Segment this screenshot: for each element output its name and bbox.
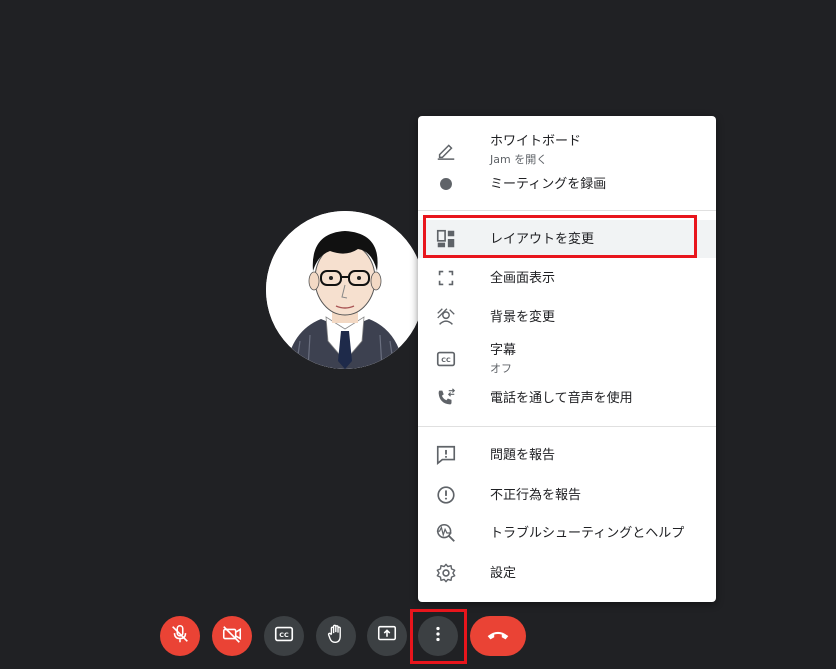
menu-item-label: 全画面表示 — [490, 270, 556, 286]
background-icon — [434, 305, 458, 329]
menu-item-troubleshooting-help[interactable]: トラブルシューティングとヘルプ — [418, 514, 716, 552]
record-icon — [434, 172, 458, 196]
menu-item-report-problem[interactable]: 問題を報告 — [418, 436, 716, 474]
menu-item-change-background[interactable]: 背景を変更 — [418, 298, 716, 336]
feedback-icon — [434, 443, 458, 467]
svg-text:CC: CC — [279, 631, 289, 639]
captions-icon: CC — [273, 623, 295, 649]
pencil-icon — [434, 138, 458, 162]
raise-hand-button[interactable] — [316, 616, 356, 656]
menu-item-label: 電話を通して音声を使用 — [490, 390, 633, 406]
menu-item-label: ホワイトボード — [490, 134, 582, 149]
svg-text:CC: CC — [441, 356, 451, 364]
raise-hand-icon — [325, 623, 347, 649]
mic-toggle-button[interactable] — [160, 616, 200, 656]
hang-up-icon — [485, 621, 511, 651]
more-options-button[interactable] — [418, 616, 458, 656]
menu-item-captions[interactable]: CC 字幕 オフ — [418, 338, 716, 380]
captions-icon: CC — [434, 347, 458, 371]
menu-item-phone-audio[interactable]: 電話を通して音声を使用 — [418, 380, 716, 416]
hang-up-button[interactable] — [470, 616, 526, 656]
camera-toggle-button[interactable] — [212, 616, 252, 656]
layout-icon — [434, 227, 458, 251]
menu-divider — [418, 426, 716, 427]
menu-item-settings[interactable]: 設定 — [418, 554, 716, 592]
present-icon — [376, 623, 398, 649]
menu-item-label: トラブルシューティングとヘルプ — [490, 525, 685, 541]
phone-audio-icon — [434, 386, 458, 410]
more-options-icon — [427, 623, 449, 649]
captions-button[interactable]: CC — [264, 616, 304, 656]
menu-item-record-meeting[interactable]: ミーティングを録画 — [418, 168, 716, 200]
menu-item-label: 問題を報告 — [490, 447, 556, 463]
participant-avatar — [266, 211, 424, 369]
troubleshoot-icon — [434, 521, 458, 545]
menu-item-label: 字幕 — [490, 343, 517, 358]
more-options-menu: ホワイトボード Jam を開く ミーティングを録画 レイアウトを変更 全画面表示… — [418, 116, 716, 602]
menu-item-label: レイアウトを変更 — [490, 231, 595, 247]
menu-item-change-layout[interactable]: レイアウトを変更 — [418, 220, 716, 258]
present-screen-button[interactable] — [367, 616, 407, 656]
report-abuse-icon — [434, 483, 458, 507]
menu-item-label: 設定 — [490, 565, 517, 581]
menu-item-label: 不正行為を報告 — [490, 487, 582, 503]
mic-off-icon — [169, 623, 191, 649]
menu-item-report-abuse[interactable]: 不正行為を報告 — [418, 476, 716, 514]
menu-item-label: 背景を変更 — [490, 309, 556, 325]
fullscreen-icon — [434, 266, 458, 290]
menu-divider — [418, 210, 716, 211]
camera-off-icon — [221, 623, 243, 649]
person-portrait-icon — [266, 211, 424, 369]
menu-item-label: ミーティングを録画 — [490, 176, 607, 192]
menu-item-fullscreen[interactable]: 全画面表示 — [418, 260, 716, 296]
menu-item-sublabel: Jam を開く — [490, 153, 548, 166]
menu-item-sublabel: オフ — [490, 362, 512, 375]
settings-icon — [434, 561, 458, 585]
